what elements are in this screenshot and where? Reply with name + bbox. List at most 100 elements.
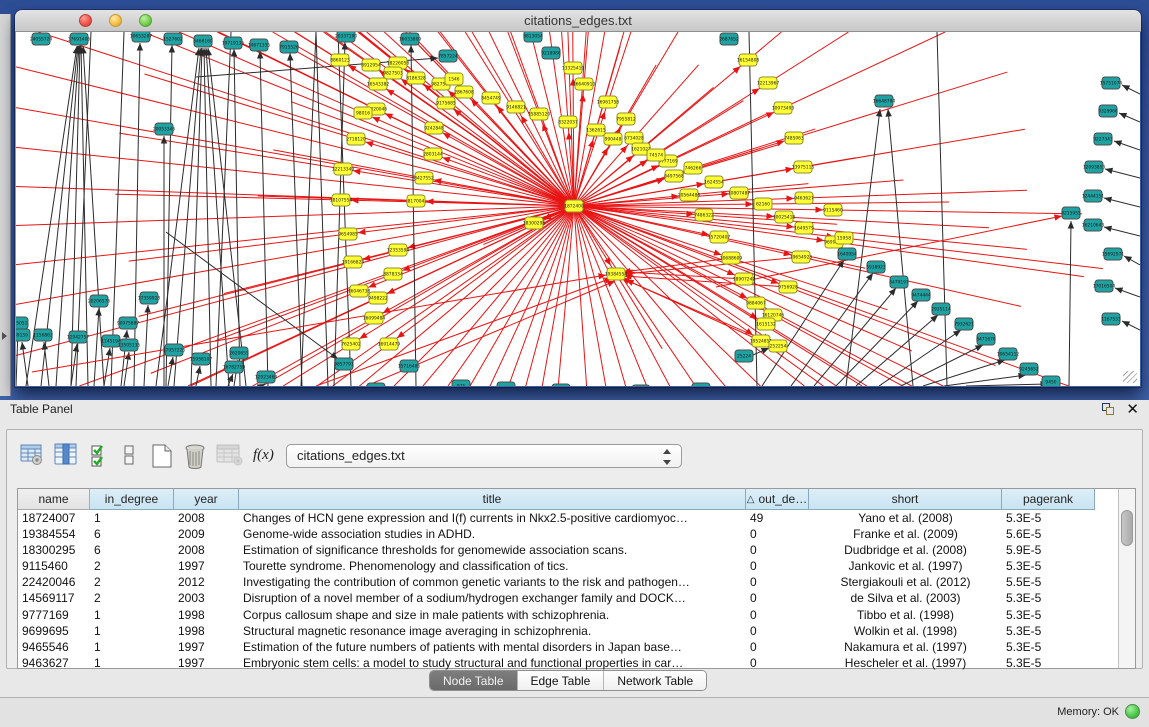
graph-node[interactable]: 16210643 bbox=[1082, 219, 1105, 231]
graph-edge[interactable] bbox=[16, 206, 574, 225]
graph-node[interactable]: 15958107 bbox=[190, 353, 213, 365]
graph-node[interactable]: 10654112 bbox=[997, 348, 1020, 360]
graph-node[interactable]: 6497568 bbox=[664, 170, 684, 182]
table-row[interactable]: 1830029562008Estimation of significance … bbox=[18, 542, 1118, 558]
graph-edge[interactable] bbox=[260, 51, 268, 386]
graph-node[interactable]: 2620655 bbox=[229, 347, 249, 359]
graph-node[interactable]: 1362615 bbox=[586, 124, 606, 136]
graph-node[interactable]: 98016 bbox=[354, 107, 372, 119]
graph-node[interactable]: 20206576 bbox=[88, 295, 111, 307]
graph-node[interactable]: 845051 bbox=[16, 317, 28, 329]
graph-node[interactable]: 2867608 bbox=[454, 86, 474, 98]
graph-node[interactable]: 13975115 bbox=[792, 161, 815, 173]
graph-node[interactable]: 8912954 bbox=[361, 59, 381, 71]
graph-node[interactable]: 5938923 bbox=[866, 261, 886, 273]
tab-node-table[interactable]: Node Table bbox=[430, 671, 518, 690]
graph-node[interactable]: 168 bbox=[692, 383, 710, 386]
graph-node[interactable]: 6479197 bbox=[889, 276, 909, 288]
graph-node[interactable]: 8427552 bbox=[414, 172, 434, 184]
network-window[interactable]: citations_edges.txt 88601238912954182260… bbox=[15, 10, 1141, 387]
graph-node[interactable]: 8454749 bbox=[481, 92, 501, 104]
graph-node[interactable]: 16033809 bbox=[399, 33, 422, 45]
column-header-name[interactable]: name bbox=[18, 489, 90, 510]
graph-node[interactable]: 18107554 bbox=[330, 194, 353, 206]
table-selector-combobox[interactable]: citations_edges.txt bbox=[286, 444, 682, 468]
graph-node[interactable]: 8322037 bbox=[558, 116, 578, 128]
graph-node[interactable]: 74574 bbox=[647, 149, 665, 161]
graph-node[interactable]: 12923468 bbox=[255, 371, 278, 383]
column-header-short[interactable]: short bbox=[809, 489, 1002, 510]
graph-node[interactable]: 9450 bbox=[1042, 376, 1060, 386]
graph-node[interactable]: 817004 bbox=[407, 195, 425, 207]
graph-node[interactable]: 20053346 bbox=[153, 123, 176, 135]
graph-node[interactable]: 18300295 bbox=[523, 217, 546, 229]
graph-node[interactable]: 17359928 bbox=[138, 292, 161, 304]
graph-node[interactable]: 10807487 bbox=[728, 187, 751, 199]
graph-edge[interactable] bbox=[216, 32, 231, 386]
graph-node[interactable]: 10653287 bbox=[130, 32, 153, 42]
select-all-checkboxes-icon[interactable] bbox=[89, 442, 115, 470]
delete-column-trash-icon[interactable] bbox=[181, 442, 207, 470]
graph-node[interactable]: 10973493 bbox=[772, 102, 795, 114]
graph-node[interactable]: 990448 bbox=[604, 133, 622, 145]
graph-node[interactable]: 9463627 bbox=[794, 192, 814, 204]
graph-node[interactable]: 1167533 bbox=[1101, 313, 1121, 325]
graph-node[interactable]: 1624554 bbox=[704, 176, 724, 188]
graph-node[interactable]: 6734028 bbox=[624, 132, 644, 144]
graph-node[interactable]: 7915526 bbox=[279, 41, 299, 53]
graph-node[interactable]: 1649579 bbox=[794, 222, 814, 234]
network-window-titlebar[interactable]: citations_edges.txt bbox=[15, 10, 1141, 32]
graph-edge[interactable] bbox=[94, 308, 99, 386]
graph-node[interactable]: 15716485 bbox=[398, 360, 421, 372]
graph-node[interactable]: 15958 bbox=[835, 232, 853, 244]
graph-node[interactable]: 16543382 bbox=[367, 78, 390, 90]
graph-edge[interactable] bbox=[574, 206, 695, 386]
graph-node[interactable]: 16648784 bbox=[873, 95, 896, 107]
table-row[interactable]: 946362711997Embryonic stem cells: a mode… bbox=[18, 655, 1118, 671]
table-row[interactable]: 1456911722003Disruption of a novel membe… bbox=[18, 590, 1118, 606]
graph-node[interactable]: 39159 bbox=[16, 329, 30, 341]
graph-node[interactable]: 8860123 bbox=[330, 54, 350, 66]
graph-node[interactable]: 17957225 bbox=[163, 344, 186, 356]
column-header-year[interactable]: year bbox=[174, 489, 239, 510]
graph-node[interactable]: 19654923 bbox=[790, 251, 813, 263]
graph-edge[interactable] bbox=[966, 384, 1048, 386]
graph-node[interactable]: 9218986 bbox=[541, 47, 561, 59]
graph-edge[interactable] bbox=[526, 206, 574, 386]
table-row[interactable]: 911546021997Tourette syndrome. Phenomeno… bbox=[18, 558, 1118, 574]
graph-node[interactable]: 1546 bbox=[445, 73, 463, 85]
graph-edge[interactable] bbox=[111, 32, 124, 386]
table-row[interactable]: 1872400712008Changes of HCN gene express… bbox=[18, 510, 1118, 526]
graph-node[interactable]: 8816 bbox=[497, 382, 515, 386]
scrollbar-thumb[interactable] bbox=[1121, 510, 1133, 546]
graph-node[interactable]: 15751074 bbox=[1100, 77, 1123, 89]
graph-node[interactable]: 13505135 bbox=[118, 339, 141, 351]
graph-edge[interactable] bbox=[856, 315, 938, 386]
graph-node[interactable]: 1872400 bbox=[564, 200, 584, 212]
graph-node[interactable]: 6466160 bbox=[193, 35, 213, 47]
collapsed-panel-strip[interactable] bbox=[0, 14, 11, 396]
column-header-out_de[interactable]: △out_de… bbox=[746, 489, 809, 510]
graph-node[interactable]: 8186328 bbox=[406, 72, 426, 84]
graph-node[interactable]: 9654985 bbox=[338, 228, 358, 240]
graph-node[interactable]: 25224 bbox=[735, 350, 753, 362]
graph-node[interactable]: 13325419 bbox=[562, 62, 585, 74]
table-row[interactable]: 1938455462009Genome-wide association stu… bbox=[18, 526, 1118, 542]
graph-node[interactable]: 746266 bbox=[684, 162, 702, 174]
column-header-in_degree[interactable]: in_degree bbox=[90, 489, 174, 510]
graph-node[interactable]: 8878334 bbox=[383, 268, 403, 280]
graph-node[interactable]: 9146821 bbox=[506, 101, 526, 113]
graph-node[interactable]: 2803144 bbox=[423, 148, 443, 160]
graph-node[interactable]: 16914479 bbox=[378, 338, 401, 350]
graph-node[interactable]: 261 bbox=[367, 383, 385, 386]
graph-node[interactable]: 9242848 bbox=[424, 122, 444, 134]
graph-node[interactable]: 9827503 bbox=[383, 67, 403, 79]
graph-edge[interactable] bbox=[166, 232, 338, 359]
unselect-rows-icon[interactable] bbox=[121, 442, 147, 470]
column-header-title[interactable]: title bbox=[239, 489, 746, 510]
resize-grip[interactable] bbox=[1123, 371, 1137, 383]
graph-node[interactable]: 12444151 bbox=[1082, 190, 1105, 202]
graph-node[interactable]: 1099 bbox=[552, 384, 570, 386]
graph-node[interactable]: 9227343 bbox=[1093, 133, 1113, 145]
graph-node[interactable]: 90975887 bbox=[117, 317, 140, 329]
